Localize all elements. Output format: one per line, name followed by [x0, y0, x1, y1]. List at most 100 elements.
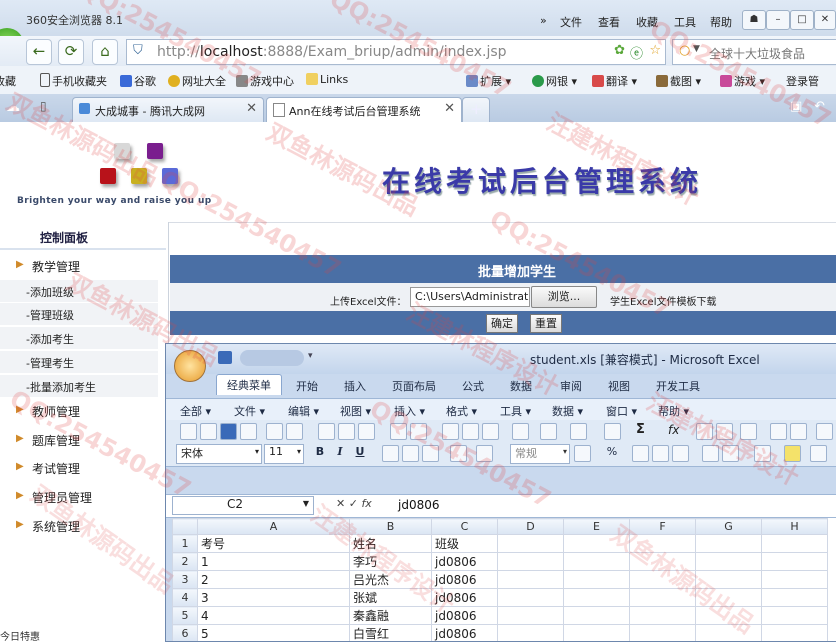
row-header[interactable]: 6	[172, 624, 198, 641]
cell[interactable]	[695, 534, 762, 553]
cell[interactable]: 考号	[197, 534, 350, 553]
chart-icon[interactable]	[770, 423, 787, 440]
cell[interactable]	[695, 606, 762, 625]
number-format-select[interactable]: 常规 ▾	[510, 444, 570, 464]
column-header[interactable]: E	[563, 518, 630, 535]
engine-dropdown-icon[interactable]: ▼	[693, 44, 700, 54]
row-header[interactable]: 2	[172, 552, 198, 571]
cell[interactable]	[497, 552, 564, 571]
menu-help[interactable]: 帮助 ▾	[658, 403, 689, 419]
row-header[interactable]: 4	[172, 588, 198, 607]
cell[interactable]: 秦鑫融	[349, 606, 432, 625]
minimize-icon[interactable]: –	[766, 10, 790, 30]
menu-help[interactable]: 帮助	[710, 14, 732, 30]
cell[interactable]	[695, 552, 762, 571]
cell[interactable]: jd0806	[431, 552, 498, 571]
cell[interactable]	[629, 570, 696, 589]
toolbar-login[interactable]: 登录管	[786, 73, 819, 89]
menu-view[interactable]: 查看	[598, 14, 620, 30]
redo-icon[interactable]	[570, 423, 587, 440]
new-tab-button[interactable]: +	[462, 97, 490, 123]
fill-color-icon[interactable]	[784, 445, 801, 462]
reset-button[interactable]: 重置	[530, 314, 562, 333]
cell[interactable]: 班级	[431, 534, 498, 553]
cell[interactable]: 李巧	[349, 552, 432, 571]
cell[interactable]: 5	[197, 624, 350, 641]
formula-buttons[interactable]: ✕ ✓ fx	[336, 497, 372, 510]
ribbon-tab-insert[interactable]: 插入	[344, 378, 366, 394]
menu-file[interactable]: 文件	[560, 14, 582, 30]
quick-access-toolbar[interactable]	[240, 350, 304, 366]
maximize-icon[interactable]: □	[790, 10, 814, 30]
cell[interactable]: jd0806	[431, 588, 498, 607]
home-icon[interactable]: ⌂	[92, 39, 118, 65]
nav-system-management[interactable]: ▶ 系统管理	[0, 513, 166, 539]
cell[interactable]	[563, 534, 630, 553]
menu-insert[interactable]: 插入 ▾	[394, 403, 425, 419]
speed-icon[interactable]: ✿	[614, 43, 625, 58]
nav-teacher-management[interactable]: ▶ 教师管理	[0, 398, 166, 424]
align-center-icon[interactable]	[402, 445, 419, 462]
cell[interactable]	[629, 552, 696, 571]
bookmark-links[interactable]: Links	[306, 73, 348, 86]
cell[interactable]	[761, 624, 828, 641]
merge-center-icon[interactable]	[450, 445, 467, 462]
search-input[interactable]: 全球十大垃圾食品	[709, 45, 805, 62]
favorite-star-icon[interactable]: ☆	[649, 43, 661, 58]
cell[interactable]	[761, 552, 828, 571]
cell[interactable]	[563, 570, 630, 589]
menu-window[interactable]: 窗口 ▾	[606, 403, 637, 419]
undo-icon[interactable]	[540, 423, 557, 440]
confirm-button[interactable]: 确定	[486, 314, 518, 333]
currency-icon[interactable]	[574, 445, 591, 462]
align-left-icon[interactable]	[382, 445, 399, 462]
sort-descending-icon[interactable]	[716, 423, 733, 440]
ribbon-tab-home[interactable]: 开始	[296, 378, 318, 394]
nav-manage-class[interactable]: -管理班级	[0, 303, 158, 326]
percent-icon[interactable]: %	[604, 444, 620, 460]
underline-button[interactable]: U	[352, 444, 368, 460]
cell[interactable]: jd0806	[431, 570, 498, 589]
cell[interactable]	[497, 534, 564, 553]
filter-icon[interactable]	[740, 423, 757, 440]
close-tab-icon[interactable]: ✕	[246, 101, 257, 116]
qat-dropdown-icon[interactable]: ▾	[308, 351, 313, 361]
back-icon[interactable]: ←	[26, 39, 52, 65]
spreadsheet-grid[interactable]: A B C D E F G H 1 考号 姓名 班级 2 1 李巧 jd0806…	[172, 518, 836, 641]
format-painter-icon[interactable]	[512, 423, 529, 440]
cell[interactable]: jd0806	[431, 624, 498, 641]
ribbon-tab-developer[interactable]: 开发工具	[656, 378, 700, 394]
cell[interactable]	[497, 570, 564, 589]
decrease-decimal-icon[interactable]	[672, 445, 689, 462]
sheet-table[interactable]: A B C D E F G H 1 考号 姓名 班级 2 1 李巧 jd0806…	[172, 518, 828, 641]
sort-ascending-icon[interactable]	[696, 423, 713, 440]
nav-exam-management[interactable]: ▶ 考试管理	[0, 455, 166, 481]
menu-edit[interactable]: 编辑 ▾	[288, 403, 319, 419]
cloud-icon[interactable]: ☁	[6, 99, 20, 115]
toolbar-bank[interactable]: 网银 ▾	[532, 73, 577, 89]
drawing-icon[interactable]	[790, 423, 807, 440]
file-path-input[interactable]: C:\Users\Administrator	[410, 287, 530, 307]
research-book-icon[interactable]	[410, 423, 427, 440]
comma-style-icon[interactable]	[632, 445, 649, 462]
refresh-icon[interactable]: ⟳	[58, 39, 84, 65]
cell[interactable]	[761, 588, 828, 607]
cell[interactable]	[761, 534, 828, 553]
tab-exam-admin[interactable]: Ann在线考试后台管理系统 ✕	[266, 97, 462, 123]
nav-add-class[interactable]: -添加班级	[0, 280, 158, 303]
cell[interactable]: 1	[197, 552, 350, 571]
copy-icon[interactable]	[462, 423, 479, 440]
email-icon[interactable]	[266, 423, 283, 440]
print-preview-icon[interactable]	[318, 423, 335, 440]
bookmark-mobile[interactable]: 手机收藏夹	[40, 73, 107, 89]
ribbon-tab-classic[interactable]: 经典菜单	[216, 374, 282, 395]
function-icon[interactable]: fx	[668, 423, 679, 437]
research-icon[interactable]	[338, 423, 355, 440]
bookmark-hao[interactable]: 网址大全	[168, 73, 226, 89]
column-header[interactable]: B	[349, 518, 432, 535]
close-tab-icon[interactable]: ✕	[444, 101, 455, 116]
formula-value[interactable]: jd0806	[398, 498, 440, 512]
menu-tools[interactable]: 工具 ▾	[500, 403, 531, 419]
spelling-icon[interactable]	[358, 423, 375, 440]
toolbar-screenshot[interactable]: 截图 ▾	[656, 73, 701, 89]
